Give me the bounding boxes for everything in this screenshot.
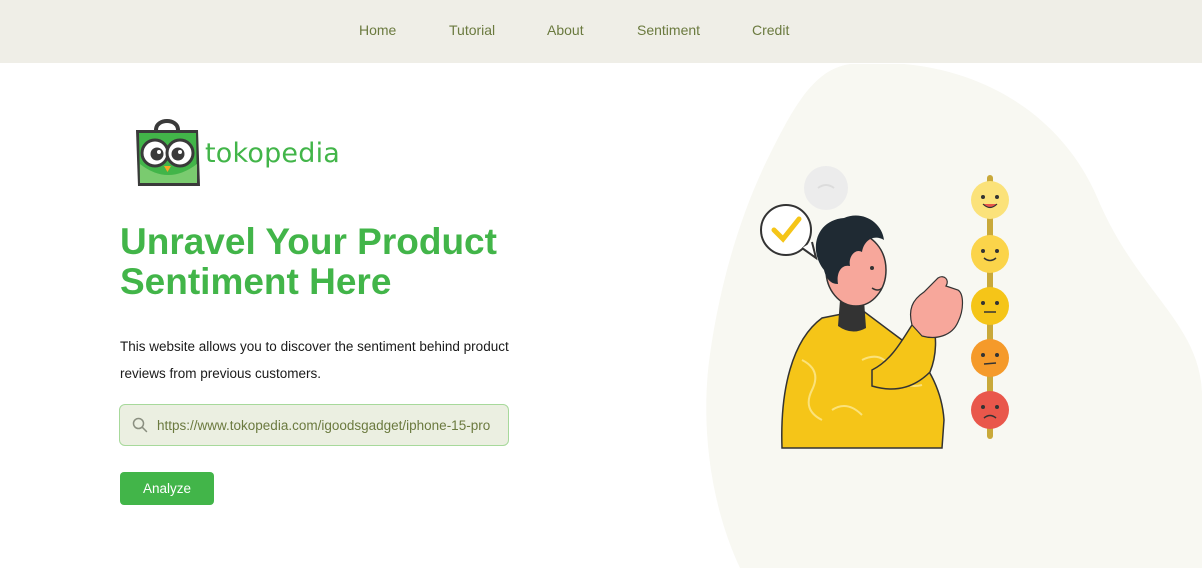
emoji-sad	[971, 391, 1009, 429]
emoji-neutral	[971, 287, 1009, 325]
top-navbar: Home Tutorial About Sentiment Credit	[0, 0, 1202, 63]
nav-link-sentiment[interactable]: Sentiment	[637, 22, 700, 38]
emoji-unhappy	[971, 339, 1009, 377]
analyze-button[interactable]: Analyze	[120, 472, 214, 505]
brand-logo: tokopedia	[134, 116, 349, 190]
nav-link-tutorial[interactable]: Tutorial	[449, 22, 495, 38]
emoji-smile	[971, 235, 1009, 273]
emoji-happy	[971, 181, 1009, 219]
brand-wordmark: tokopedia	[205, 138, 341, 169]
nav-link-credit[interactable]: Credit	[752, 22, 789, 38]
search-icon	[132, 417, 148, 433]
page-title: Unravel Your Product Sentiment Here	[120, 221, 497, 302]
faded-emoji-bubble	[804, 166, 848, 210]
tokopedia-owl-icon	[136, 119, 200, 186]
url-search-field[interactable]	[119, 404, 509, 446]
nav-link-about[interactable]: About	[547, 22, 584, 38]
nav-link-home[interactable]: Home	[359, 22, 396, 38]
product-url-input[interactable]	[157, 414, 496, 436]
hero-description: This website allows you to discover the …	[120, 339, 509, 381]
sentiment-illustration	[760, 166, 1009, 449]
